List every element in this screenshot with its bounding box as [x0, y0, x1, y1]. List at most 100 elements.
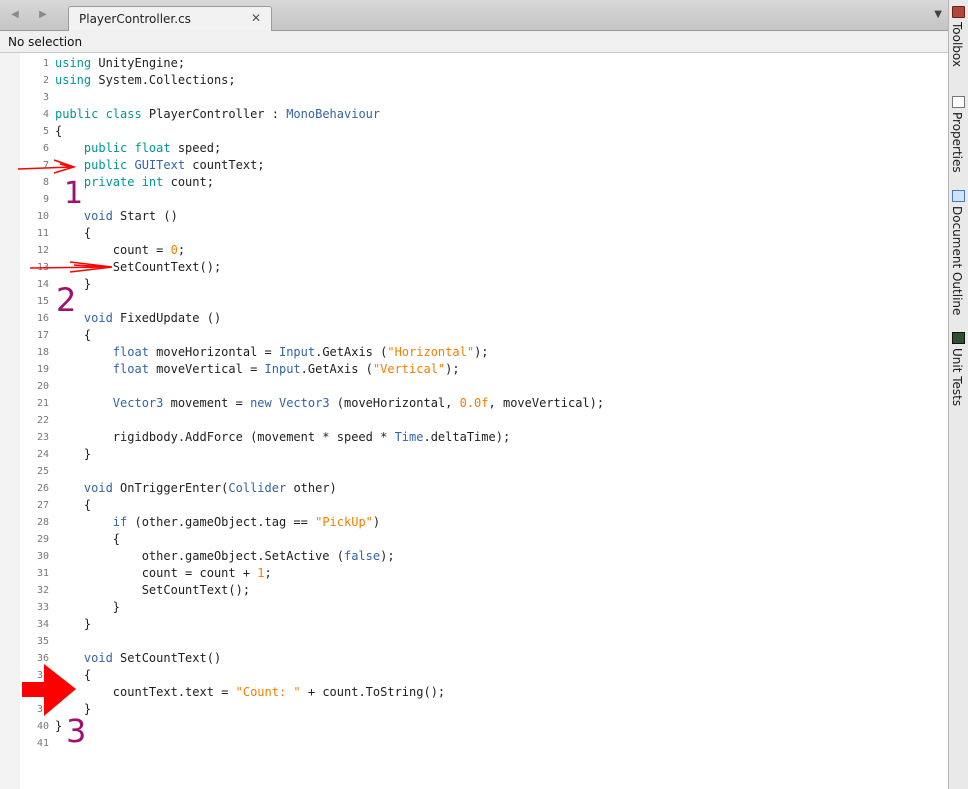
line-number: 36: [36, 653, 49, 664]
fold-margin[interactable]: [0, 53, 21, 789]
forward-arrow-icon[interactable]: ▶: [36, 8, 50, 22]
code-line[interactable]: public class PlayerController : MonoBeha…: [55, 106, 380, 123]
token-text: {: [55, 124, 63, 138]
code-line[interactable]: void Start (): [55, 208, 178, 225]
line-number: 22: [36, 415, 49, 426]
line-number: 15: [36, 296, 49, 307]
line-number: 37: [36, 670, 49, 681]
token-text: moveVertical =: [156, 362, 265, 376]
token-text: moveHorizontal =: [156, 345, 279, 359]
token-kw: public class: [55, 107, 149, 121]
token-str: "Vertical": [372, 362, 446, 376]
token-text: {: [55, 498, 92, 512]
token-ty: Time: [394, 430, 424, 444]
code-line[interactable]: }: [55, 701, 91, 718]
token-text: SetCountText();: [55, 260, 222, 274]
code-line[interactable]: {: [55, 225, 91, 242]
token-text: ): [372, 515, 381, 529]
code-line[interactable]: float moveVertical = Input.GetAxis ("Ver…: [55, 361, 460, 378]
code-line[interactable]: rigidbody.AddForce (movement * speed * T…: [55, 429, 510, 446]
line-number: 24: [36, 449, 49, 460]
dock-tab-properties[interactable]: Properties: [949, 96, 968, 176]
line-number: 7: [42, 160, 49, 171]
dock-tab-unit-tests[interactable]: Unit Tests: [949, 332, 968, 412]
code-line[interactable]: {: [55, 497, 91, 514]
dock-tab-label: Document Outline: [950, 206, 964, 316]
line-number: 4: [42, 109, 49, 120]
code-line[interactable]: SetCountText();: [55, 259, 221, 276]
code-line[interactable]: }: [55, 599, 120, 616]
code-line[interactable]: if (other.gameObject.tag == "PickUp"): [55, 514, 380, 531]
code-editor[interactable]: 1 2 3 4 5 6 7 8 9 10 11 12 13 14 15 16 17 18 19 20 21 22 23 24 2…: [0, 53, 948, 789]
code-line[interactable]: }: [55, 616, 91, 633]
line-number: 5: [42, 126, 49, 137]
right-dock-bar: Toolbox Properties Document Outline Unit…: [948, 0, 968, 789]
dock-tab-toolbox[interactable]: Toolbox: [949, 6, 968, 78]
code-line[interactable]: using System.Collections;: [55, 72, 236, 89]
code-line[interactable]: SetCountText();: [55, 582, 250, 599]
code-line[interactable]: using UnityEngine;: [55, 55, 185, 72]
token-text: ;: [264, 566, 272, 580]
line-number-gutter: 1 2 3 4 5 6 7 8 9 10 11 12 13 14 15 16 17 18 19 20 21 22 23 24 2…: [20, 53, 50, 789]
line-number: 3: [42, 92, 49, 103]
code-line[interactable]: public float speed;: [55, 140, 221, 157]
back-arrow-icon[interactable]: ◀: [8, 8, 22, 22]
token-ty: float: [112, 345, 157, 359]
token-ty: MonoBehaviour: [286, 107, 381, 121]
token-text: }: [55, 702, 92, 716]
token-text: countText;: [192, 158, 265, 172]
line-number: 1: [42, 58, 49, 69]
line-number: 25: [36, 466, 49, 477]
code-line[interactable]: }: [55, 446, 91, 463]
code-line[interactable]: public GUIText countText;: [55, 157, 265, 174]
token-text: Start (): [120, 209, 178, 223]
code-line[interactable]: {: [55, 123, 62, 140]
code-line[interactable]: {: [55, 531, 120, 548]
token-kw: private int: [83, 175, 171, 189]
code-line[interactable]: void SetCountText(): [55, 650, 221, 667]
tab-playercontroller[interactable]: PlayerController.cs ✕: [68, 6, 272, 32]
code-line[interactable]: void OnTriggerEnter(Collider other): [55, 480, 337, 497]
line-number: 9: [42, 194, 49, 205]
line-number: 26: [36, 483, 49, 494]
token-kw: public: [83, 158, 135, 172]
token-text: (moveHorizontal,: [336, 396, 460, 410]
token-num: 0.0f: [459, 396, 489, 410]
close-icon[interactable]: ✕: [251, 11, 261, 25]
code-line[interactable]: }: [55, 276, 91, 293]
token-ty: void: [83, 209, 121, 223]
token-kw: using: [55, 56, 99, 70]
code-line[interactable]: void FixedUpdate (): [55, 310, 221, 327]
token-text: }: [55, 277, 92, 291]
line-number: 6: [42, 143, 49, 154]
chevron-down-icon[interactable]: ▼: [934, 9, 942, 20]
code-line[interactable]: private int count;: [55, 174, 214, 191]
token-text: }: [55, 600, 121, 614]
code-line[interactable]: other.gameObject.SetActive (false);: [55, 548, 395, 565]
token-text: OnTriggerEnter(: [120, 481, 229, 495]
token-text: SetCountText();: [55, 583, 251, 597]
token-text: SetCountText(): [120, 651, 222, 665]
code-line[interactable]: Vector3 movement = new Vector3 (moveHori…: [55, 395, 604, 412]
code-line[interactable]: countText.text = "Count: " + count.ToStr…: [55, 684, 445, 701]
token-text: countText.text =: [55, 685, 236, 699]
code-line[interactable]: {: [55, 327, 91, 344]
document-outline-icon: [952, 190, 965, 202]
token-text: );: [380, 549, 395, 563]
token-ty: void: [83, 481, 121, 495]
line-number: 39: [36, 704, 49, 715]
selection-bar[interactable]: No selection: [0, 31, 948, 53]
code-line[interactable]: }: [55, 718, 62, 735]
code-line[interactable]: count = 0;: [55, 242, 185, 259]
code-line[interactable]: {: [55, 667, 91, 684]
code-line[interactable]: count = count + 1;: [55, 565, 272, 582]
line-number: 41: [36, 738, 49, 749]
dock-tab-document-outline[interactable]: Document Outline: [949, 190, 968, 316]
token-str: "PickUp": [315, 515, 373, 529]
code-line[interactable]: float moveHorizontal = Input.GetAxis ("H…: [55, 344, 489, 361]
token-text: }: [55, 447, 92, 461]
